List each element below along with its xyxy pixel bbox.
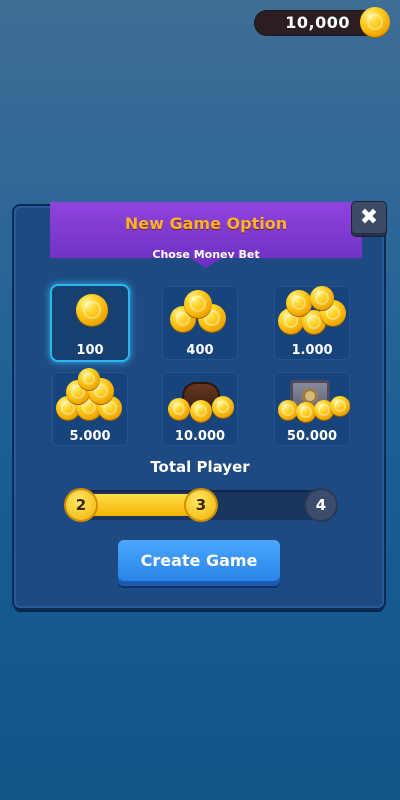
coin-pile-icon [274, 286, 350, 336]
bet-label: 100 [76, 343, 104, 358]
coin-heap-icon [52, 368, 128, 422]
bet-option-5000[interactable]: 5.000 [52, 368, 128, 446]
player-count-slider[interactable]: 2 3 4 [66, 490, 336, 520]
coin-balance: 10,000 [254, 7, 390, 37]
player-option-4[interactable]: 4 [306, 490, 336, 520]
bet-label: 5.000 [69, 429, 111, 444]
bet-label: 1.000 [291, 343, 333, 358]
bet-option-50000[interactable]: 50.000 [274, 372, 350, 446]
coin-balance-value: 10,000 [285, 13, 350, 32]
coin-icon [52, 286, 128, 336]
coin-stack-icon [162, 286, 238, 336]
bet-option-400[interactable]: 400 [162, 286, 238, 360]
safe-icon [274, 372, 350, 422]
treasure-chest-icon [162, 372, 238, 422]
player-option-3[interactable]: 3 [186, 490, 216, 520]
bet-option-100[interactable]: 100 [52, 286, 128, 360]
bet-label: 50.000 [286, 429, 338, 444]
create-game-button[interactable]: Create Game [118, 540, 280, 586]
player-option-2[interactable]: 2 [66, 490, 96, 520]
bet-label: 400 [186, 343, 214, 358]
bet-label: 10.000 [174, 429, 226, 444]
dialog-title: New Game Option [124, 214, 288, 233]
close-button[interactable]: ✖ [352, 202, 386, 236]
close-icon: ✖ [359, 205, 379, 230]
total-player-label: Total Player [150, 458, 250, 476]
bet-option-1000[interactable]: 1.000 [274, 286, 350, 360]
coin-icon [360, 7, 390, 37]
bet-option-10000[interactable]: 10.000 [162, 372, 238, 446]
